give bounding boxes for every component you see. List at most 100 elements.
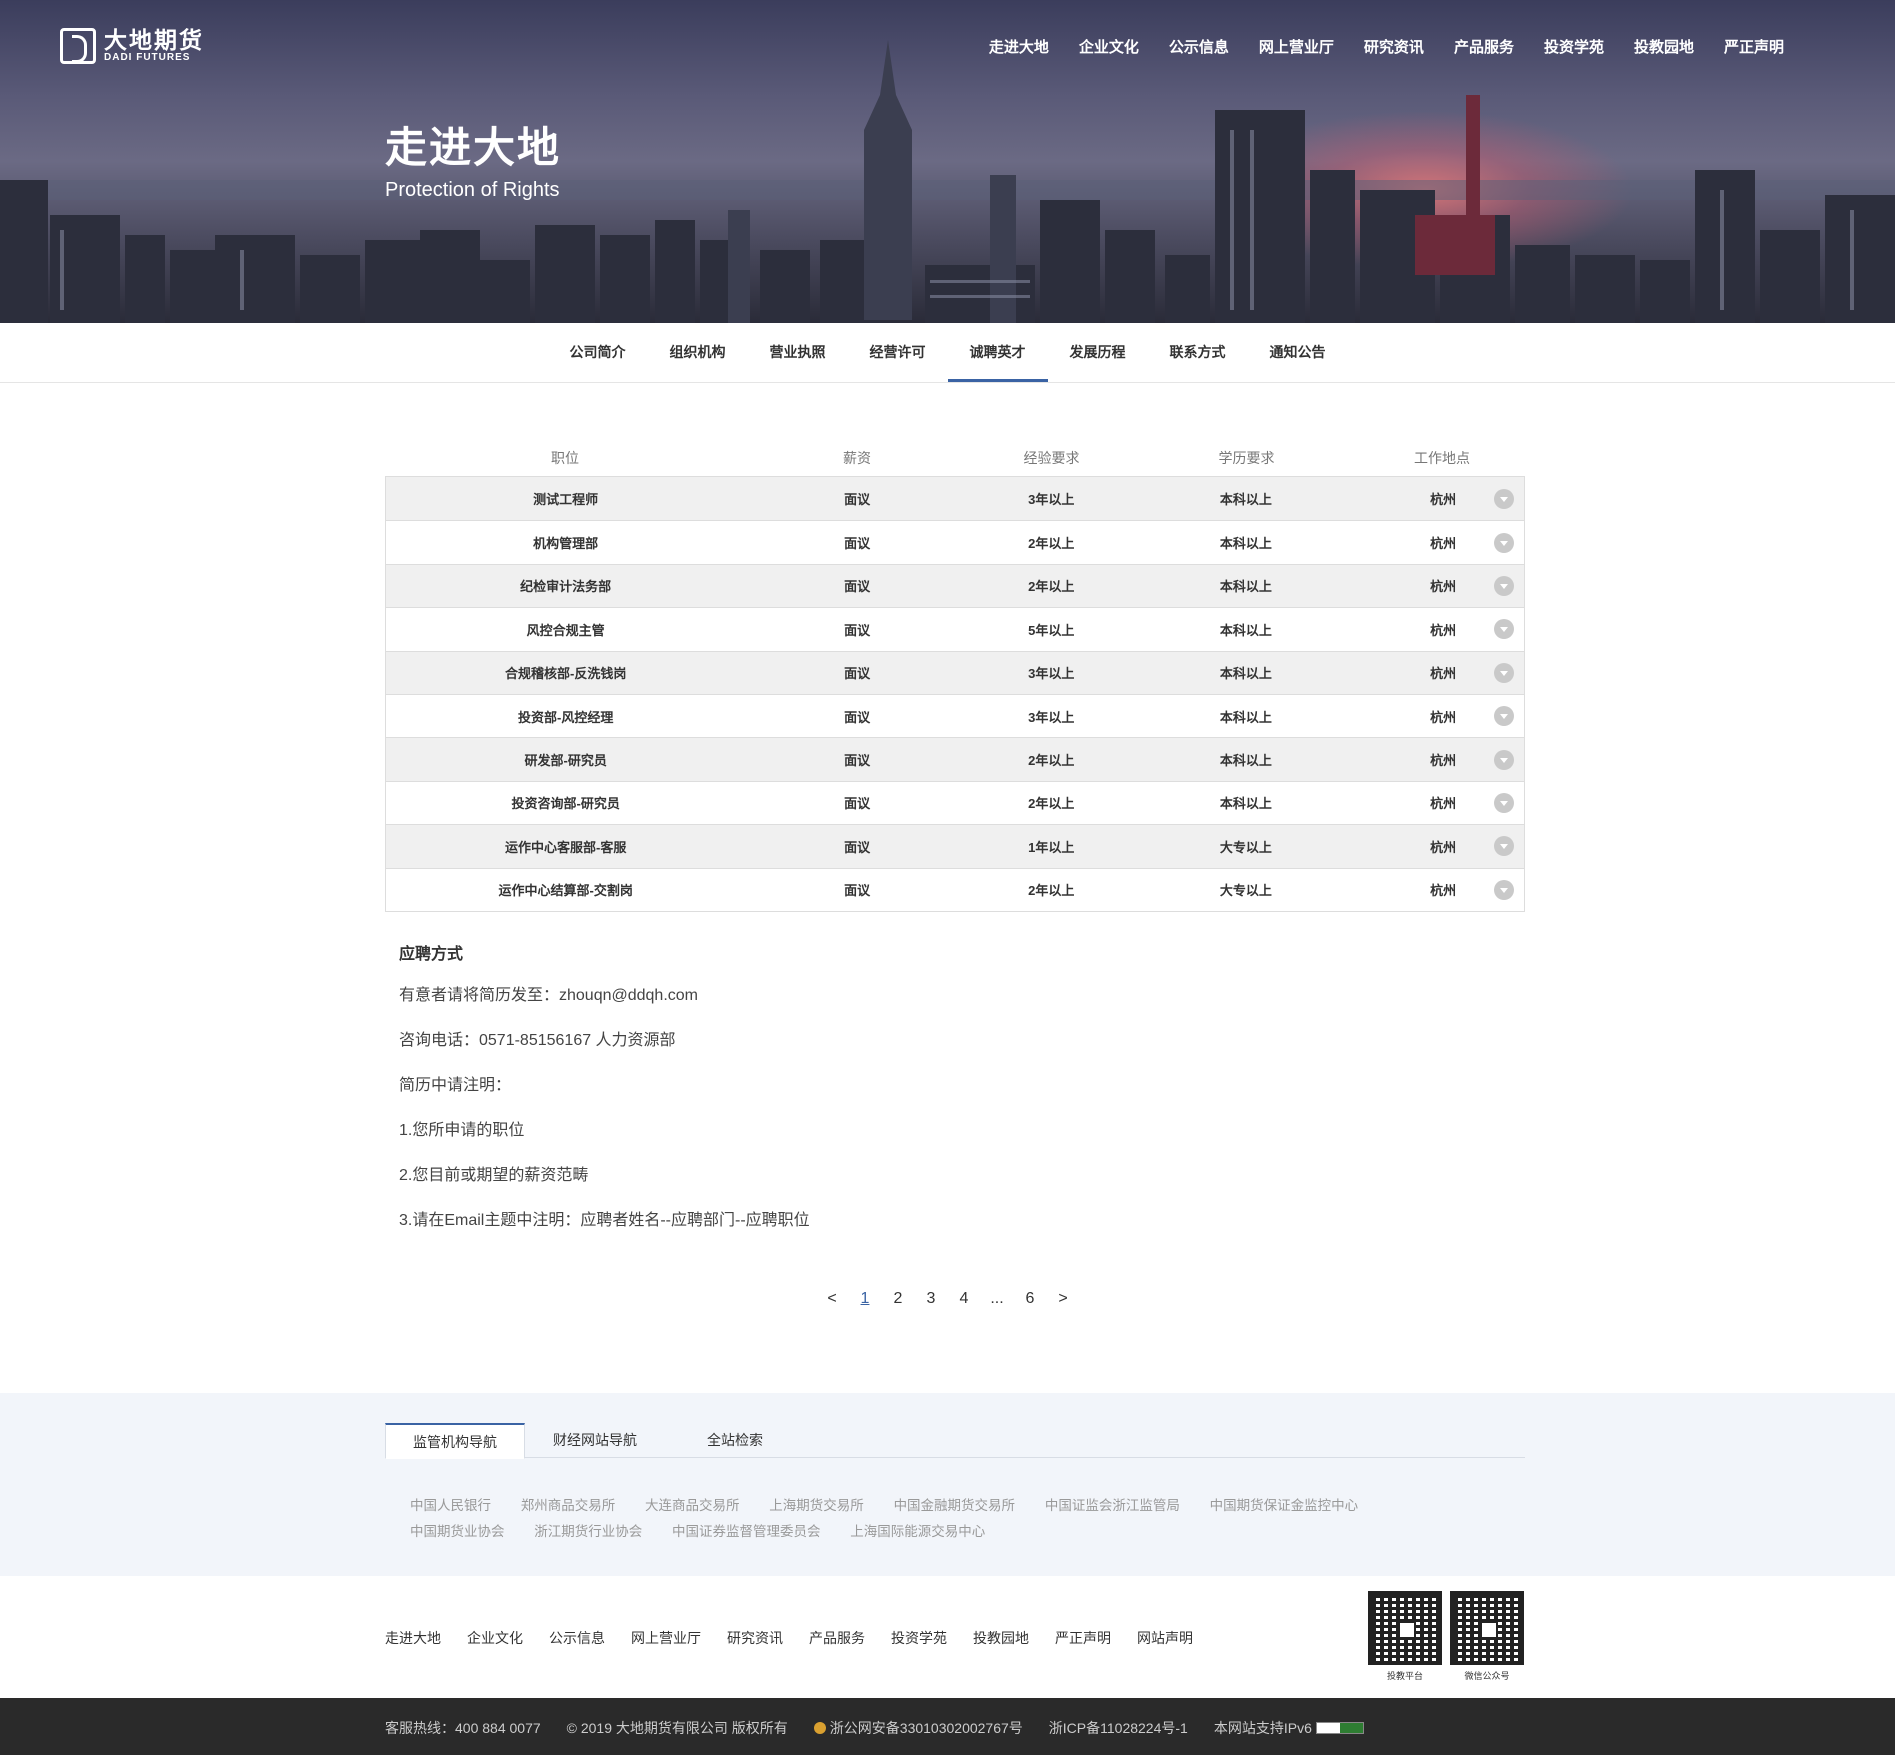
job-row[interactable]: 运作中心结算部-交割岗 面议 2年以上 大专以上 杭州 [386,867,1524,911]
topnav-item[interactable]: 严正声明 [1709,36,1799,57]
job-education: 本科以上 [1219,666,1272,682]
footer-nav-item[interactable]: 企业文化 [467,1628,523,1648]
expand-chevron-icon[interactable] [1494,749,1514,770]
apply-line: 3.请在Email主题中注明：应聘者姓名--应聘部门--应聘职位 [399,1212,810,1229]
topnav-item[interactable]: 网上营业厅 [1244,36,1349,57]
tab-notices[interactable]: 通知公告 [1248,323,1348,382]
job-row[interactable]: 运作中心客服部-客服 面议 1年以上 大专以上 杭州 [386,824,1524,868]
footer-nav-item[interactable]: 投资学苑 [891,1628,947,1648]
tab-site-search[interactable]: 全站检索 [665,1423,805,1457]
job-row[interactable]: 纪检审计法务部 面议 2年以上 本科以上 杭州 [386,563,1524,608]
job-location: 杭州 [1358,706,1524,727]
job-row[interactable]: 机构管理部 面议 2年以上 本科以上 杭州 [386,520,1524,563]
topnav-item[interactable]: 公示信息 [1154,36,1244,57]
regulator-link[interactable]: 大连商品交易所 [645,1498,740,1513]
job-title: 投资咨询部-研究员 [511,796,620,812]
icp-record-link[interactable]: 浙ICP备11028224号-1 [1049,1718,1188,1738]
job-salary: 面议 [844,796,871,812]
footer-nav-item[interactable]: 严正声明 [1055,1628,1111,1648]
tab-operating-permit[interactable]: 经营许可 [848,323,948,382]
footer-nav-item[interactable]: 公示信息 [549,1628,605,1648]
brand-logo[interactable]: 大地期货 DADI FUTURES [60,28,204,64]
tab-contact[interactable]: 联系方式 [1148,323,1248,382]
footer-navigation: 走进大地 企业文化 公示信息 网上营业厅 研究资讯 产品服务 投资学苑 投教园地… [385,1628,1219,1648]
topnav-item[interactable]: 投资学苑 [1529,36,1619,57]
regulator-link[interactable]: 中国证监会浙江监管局 [1045,1498,1180,1513]
job-row[interactable]: 合规稽核部-反洗钱岗 面议 3年以上 本科以上 杭州 [386,650,1524,694]
job-salary: 面议 [844,839,871,855]
page-button-current[interactable]: 1 [849,1290,882,1308]
job-row[interactable]: 投资部-风控经理 面议 3年以上 本科以上 杭州 [386,693,1524,737]
topnav-item[interactable]: 研究资讯 [1349,36,1439,57]
expand-chevron-icon[interactable] [1494,879,1514,900]
page-title: 走进大地 [385,124,562,171]
job-salary: 面议 [844,536,871,552]
job-row[interactable]: 测试工程师 面议 3年以上 本科以上 杭州 [386,477,1524,521]
tab-company-profile[interactable]: 公司简介 [548,323,648,382]
regulator-link[interactable]: 上海国际能源交易中心 [850,1524,985,1539]
page-title-block: 走进大地 Protection of Rights [385,120,561,202]
regulator-link[interactable]: 中国人民银行 [410,1498,491,1513]
job-experience: 1年以上 [1028,839,1075,855]
page-subtitle: Protection of Rights [385,179,560,201]
regulator-link[interactable]: 中国证券监督管理委员会 [672,1524,821,1539]
page-button[interactable]: 2 [882,1290,915,1308]
page-button[interactable]: 4 [948,1290,981,1308]
qr-code-icon [1368,1591,1442,1665]
job-title: 投资部-风控经理 [517,709,614,725]
job-row[interactable]: 风控合规主管 面议 5年以上 本科以上 杭州 [386,607,1524,650]
regulator-link[interactable]: 中国金融期货交易所 [894,1498,1016,1513]
job-education: 本科以上 [1219,536,1272,552]
qr-wechat: 微信公众号 [1450,1591,1524,1682]
topnav-item[interactable]: 产品服务 [1439,36,1529,57]
regulator-link[interactable]: 郑州商品交易所 [521,1498,616,1513]
footer-nav-item[interactable]: 研究资讯 [727,1628,783,1648]
header-education: 学历要求 [1218,450,1275,466]
topnav-item[interactable]: 投教园地 [1619,36,1709,57]
tab-history[interactable]: 发展历程 [1048,323,1148,382]
expand-chevron-icon[interactable] [1494,575,1514,596]
expand-chevron-icon[interactable] [1494,532,1514,553]
job-education: 本科以上 [1219,796,1272,812]
job-title: 风控合规主管 [526,622,605,638]
job-row[interactable]: 投资咨询部-研究员 面议 2年以上 本科以上 杭州 [386,780,1524,824]
footer-nav-item[interactable]: 网站声明 [1137,1628,1193,1648]
hero-banner: 大地期货 DADI FUTURES 走进大地 企业文化 公示信息 网上营业厅 研… [0,0,1895,323]
next-page-button[interactable]: > [1047,1290,1080,1308]
bottom-bar: 客服热线：400 884 0077 © 2019 大地期货有限公司 版权所有 浙… [0,1698,1895,1755]
expand-chevron-icon[interactable] [1494,836,1514,857]
expand-chevron-icon[interactable] [1494,706,1514,727]
pagination: < 1 2 3 4 ... 6 > [0,1290,1895,1308]
regulator-link[interactable]: 中国期货业协会 [410,1524,505,1539]
tab-careers[interactable]: 诚聘英才 [947,323,1048,382]
police-record-link[interactable]: 浙公网安备33010302002767号 [813,1718,1023,1738]
job-education: 本科以上 [1219,579,1272,595]
expand-chevron-icon[interactable] [1494,792,1514,813]
brand-name-cn: 大地期货 [104,27,204,53]
footer-nav-item[interactable]: 走进大地 [385,1628,441,1648]
apply-line: 2.您目前或期望的薪资范畴 [399,1167,589,1184]
job-location: 杭州 [1358,792,1524,813]
job-row[interactable]: 研发部-研究员 面议 2年以上 本科以上 杭州 [386,737,1524,781]
expand-chevron-icon[interactable] [1494,619,1514,640]
page-button[interactable]: 3 [915,1290,948,1308]
footer-nav-item[interactable]: 投教园地 [973,1628,1029,1648]
regulator-link[interactable]: 上海期货交易所 [769,1498,864,1513]
prev-page-button[interactable]: < [816,1290,849,1308]
topnav-item[interactable]: 企业文化 [1064,36,1154,57]
footer-nav-item[interactable]: 网上营业厅 [631,1628,701,1648]
footer-nav-item[interactable]: 产品服务 [809,1628,865,1648]
expand-chevron-icon[interactable] [1494,662,1514,683]
tab-regulators[interactable]: 监管机构导航 [385,1423,525,1459]
regulator-link[interactable]: 中国期货保证金监控中心 [1210,1498,1359,1513]
tab-finance-sites[interactable]: 财经网站导航 [525,1423,665,1457]
topnav-item[interactable]: 走进大地 [974,36,1064,57]
regulator-link[interactable]: 浙江期货行业协会 [534,1524,642,1539]
hotline: 客服热线：400 884 0077 [385,1720,541,1736]
apply-title: 应聘方式 [399,946,464,963]
page-button[interactable]: 6 [1014,1290,1047,1308]
tab-organization[interactable]: 组织机构 [648,323,748,382]
tab-business-license[interactable]: 营业执照 [748,323,848,382]
job-title: 运作中心客服部-客服 [504,839,627,855]
expand-chevron-icon[interactable] [1494,488,1514,509]
